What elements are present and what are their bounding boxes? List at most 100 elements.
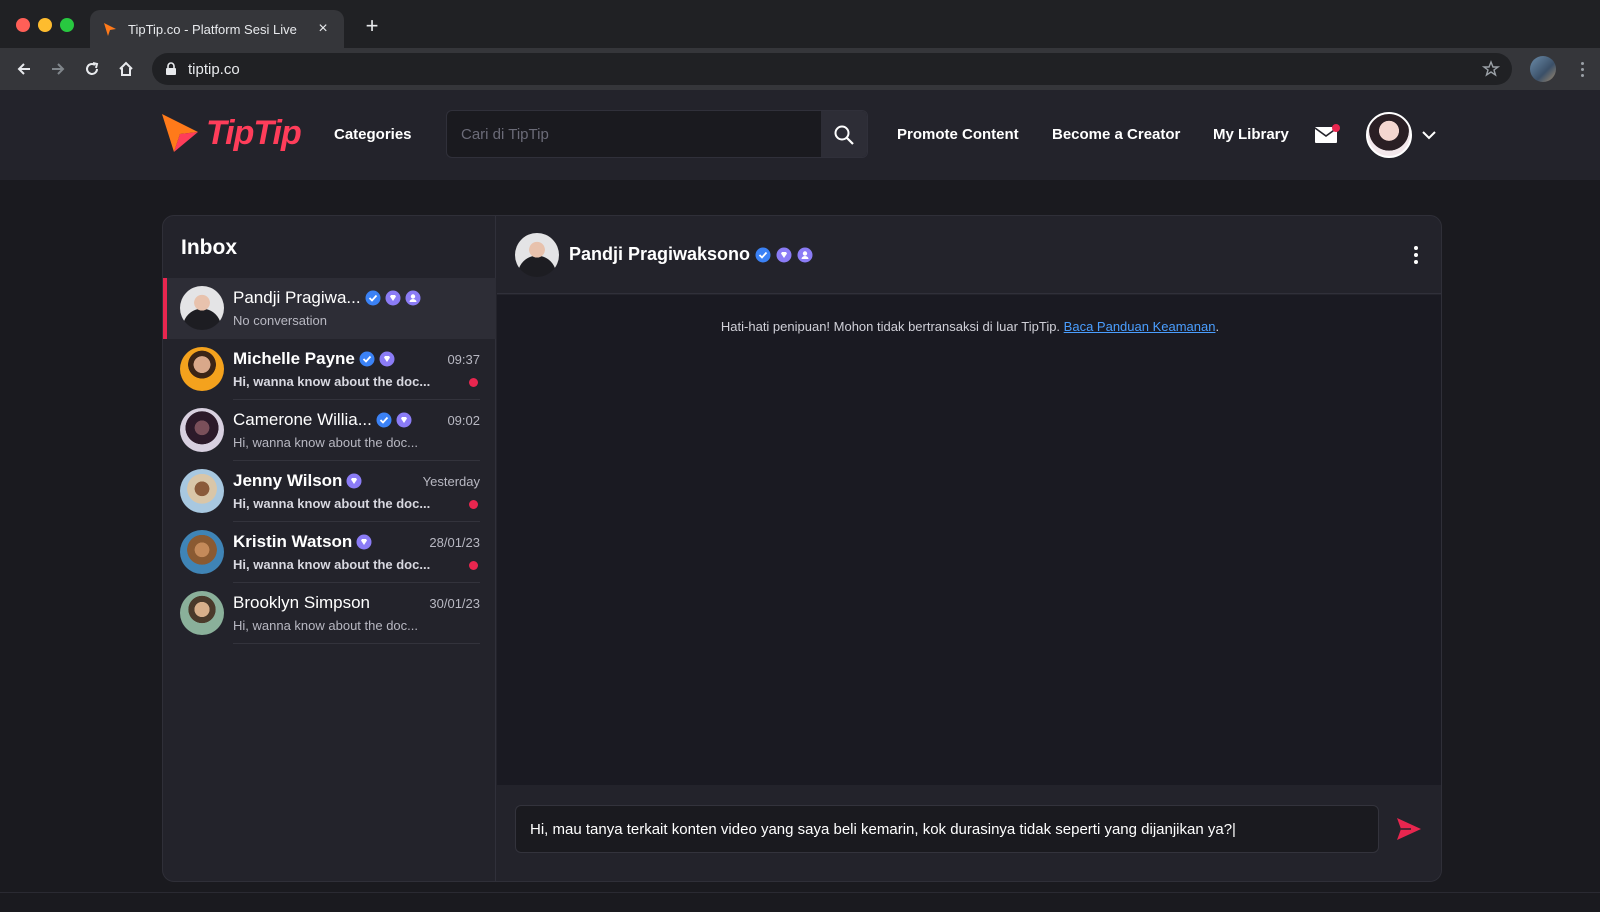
verified-badge-icon bbox=[359, 351, 375, 367]
avatar[interactable] bbox=[515, 233, 559, 277]
categories-link[interactable]: Categories bbox=[334, 126, 412, 143]
conversation-item-pandji[interactable]: Pandji Pragiwa... No conversation bbox=[163, 278, 496, 339]
conversation-body: Pandji Pragiwa... No conversation bbox=[233, 288, 480, 339]
diamond-badge-icon bbox=[385, 290, 401, 306]
arrow-left-icon bbox=[17, 63, 30, 75]
reload-button[interactable] bbox=[80, 57, 104, 81]
browser-menu-icon[interactable] bbox=[1572, 58, 1592, 80]
browser-chrome: TipTip.co - Platform Sesi Live × + tipti… bbox=[0, 0, 1600, 90]
more-options-icon[interactable] bbox=[1411, 242, 1421, 268]
my-library-link[interactable]: My Library bbox=[1213, 126, 1289, 143]
conversation-body: Michelle Payne Hi, wanna know about the … bbox=[233, 349, 480, 400]
inbox-sidebar: Inbox Pandji Pragiwa... No conversation bbox=[163, 216, 496, 881]
inbox-title: Inbox bbox=[181, 236, 237, 259]
conversation-time: 28/01/23 bbox=[429, 535, 480, 550]
tab-close-icon[interactable]: × bbox=[314, 20, 332, 38]
conversation-body: Jenny Wilson Hi, wanna know about the do… bbox=[233, 471, 480, 522]
conversation-time: 09:37 bbox=[447, 352, 480, 367]
conversation-name: Pandji Pragiwa... bbox=[233, 288, 361, 307]
conversation-item-michelle[interactable]: Michelle Payne Hi, wanna know about the … bbox=[163, 339, 496, 400]
back-button[interactable] bbox=[12, 57, 36, 81]
conversation-body: Brooklyn Simpson Hi, wanna know about th… bbox=[233, 593, 480, 644]
url-text: tiptip.co bbox=[188, 60, 240, 78]
avatar bbox=[180, 469, 224, 513]
verified-badge-icon bbox=[365, 290, 381, 306]
conversation-preview: Hi, wanna know about the doc... bbox=[233, 374, 431, 389]
conversation-item-camerone[interactable]: Camerone Willia... Hi, wanna know about … bbox=[163, 400, 496, 461]
search-input[interactable] bbox=[447, 111, 821, 157]
conversation-preview: Hi, wanna know about the doc... bbox=[233, 557, 431, 572]
conversation-preview: Hi, wanna know about the doc... bbox=[233, 618, 419, 633]
tab-title: TipTip.co - Platform Sesi Live bbox=[128, 21, 297, 37]
site-header: TipTip Categories Promote Content Become… bbox=[0, 90, 1600, 180]
safety-guide-link[interactable]: Baca Panduan Keamanan bbox=[1064, 319, 1216, 334]
reload-icon bbox=[86, 62, 99, 75]
user-avatar[interactable] bbox=[1366, 112, 1412, 158]
conversation-preview: Hi, wanna know about the doc... bbox=[233, 496, 431, 511]
avatar bbox=[180, 530, 224, 574]
avatar bbox=[180, 347, 224, 391]
send-icon[interactable] bbox=[1395, 815, 1423, 843]
conversation-preview: Hi, wanna know about the doc... bbox=[233, 435, 419, 450]
diamond-badge-icon bbox=[379, 351, 395, 367]
conversation-item-brooklyn[interactable]: Brooklyn Simpson Hi, wanna know about th… bbox=[163, 583, 496, 644]
chevron-down-icon[interactable] bbox=[1420, 126, 1438, 144]
become-creator-link[interactable]: Become a Creator bbox=[1052, 126, 1180, 143]
warning-text: Hati-hati penipuan! Mohon tidak bertrans… bbox=[720, 319, 1064, 334]
home-icon bbox=[119, 61, 133, 76]
diamond-badge-icon bbox=[356, 534, 372, 550]
diamond-badge-icon bbox=[776, 247, 792, 262]
conversation-name: Michelle Payne bbox=[233, 349, 355, 368]
conversation-time: 09:02 bbox=[447, 413, 480, 428]
close-window-button[interactable] bbox=[16, 18, 30, 32]
search-bar bbox=[446, 110, 868, 158]
safety-warning: Hati-hati penipuan! Mohon tidak bertrans… bbox=[497, 319, 1441, 334]
address-bar[interactable]: tiptip.co bbox=[152, 53, 1512, 85]
messages-panel: Inbox Pandji Pragiwa... No conversation bbox=[162, 215, 1442, 882]
conversation-time: Yesterday bbox=[422, 474, 480, 489]
avatar bbox=[180, 286, 224, 330]
conversation-name: Camerone Willia... bbox=[233, 410, 372, 429]
creator-badge-icon bbox=[405, 290, 421, 306]
browser-tab[interactable]: TipTip.co - Platform Sesi Live × bbox=[90, 10, 344, 48]
chat-messages: Hati-hati penipuan! Mohon tidak bertrans… bbox=[497, 295, 1441, 785]
bookmark-star-icon[interactable] bbox=[1482, 60, 1500, 78]
conversation-item-jenny[interactable]: Jenny Wilson Hi, wanna know about the do… bbox=[163, 461, 496, 522]
lock-icon bbox=[166, 62, 176, 75]
tiptip-logo-icon bbox=[162, 114, 198, 152]
unread-dot bbox=[469, 561, 478, 570]
tab-strip: TipTip.co - Platform Sesi Live × + bbox=[0, 0, 1600, 48]
warning-suffix: . bbox=[1215, 319, 1220, 334]
conversation-time: 30/01/23 bbox=[429, 596, 480, 611]
conversation-body: Camerone Willia... Hi, wanna know about … bbox=[233, 410, 480, 461]
conversation-list: Pandji Pragiwa... No conversation Michel… bbox=[163, 278, 496, 644]
verified-badge-icon bbox=[755, 247, 771, 262]
tiptip-logo[interactable]: TipTip bbox=[160, 112, 302, 154]
avatar bbox=[180, 408, 224, 452]
diamond-badge-icon bbox=[396, 412, 412, 428]
maximize-window-button[interactable] bbox=[60, 18, 74, 32]
unread-dot bbox=[469, 500, 478, 509]
chat-contact-name[interactable]: Pandji Pragiwaksono bbox=[569, 244, 750, 265]
search-icon bbox=[834, 125, 854, 145]
chat-composer bbox=[497, 785, 1441, 881]
creator-badge-icon bbox=[797, 247, 813, 262]
promote-content-link[interactable]: Promote Content bbox=[897, 126, 1019, 143]
message-input[interactable] bbox=[515, 805, 1379, 853]
browser-toolbar: tiptip.co bbox=[0, 48, 1600, 90]
avatar bbox=[180, 591, 224, 635]
unread-dot bbox=[469, 378, 478, 387]
arrow-right-icon bbox=[52, 63, 65, 75]
browser-profile-avatar[interactable] bbox=[1530, 56, 1556, 82]
conversation-body: Kristin Watson Hi, wanna know about the … bbox=[233, 532, 480, 583]
minimize-window-button[interactable] bbox=[38, 18, 52, 32]
conversation-item-kristin[interactable]: Kristin Watson Hi, wanna know about the … bbox=[163, 522, 496, 583]
logo-text: TipTip bbox=[206, 113, 302, 152]
conversation-preview: No conversation bbox=[233, 313, 327, 328]
mail-icon[interactable] bbox=[1314, 124, 1340, 144]
new-tab-button[interactable]: + bbox=[360, 14, 384, 38]
page-bottom bbox=[0, 892, 1600, 912]
home-button[interactable] bbox=[114, 57, 138, 81]
search-button[interactable] bbox=[821, 111, 867, 157]
forward-button[interactable] bbox=[46, 57, 70, 81]
